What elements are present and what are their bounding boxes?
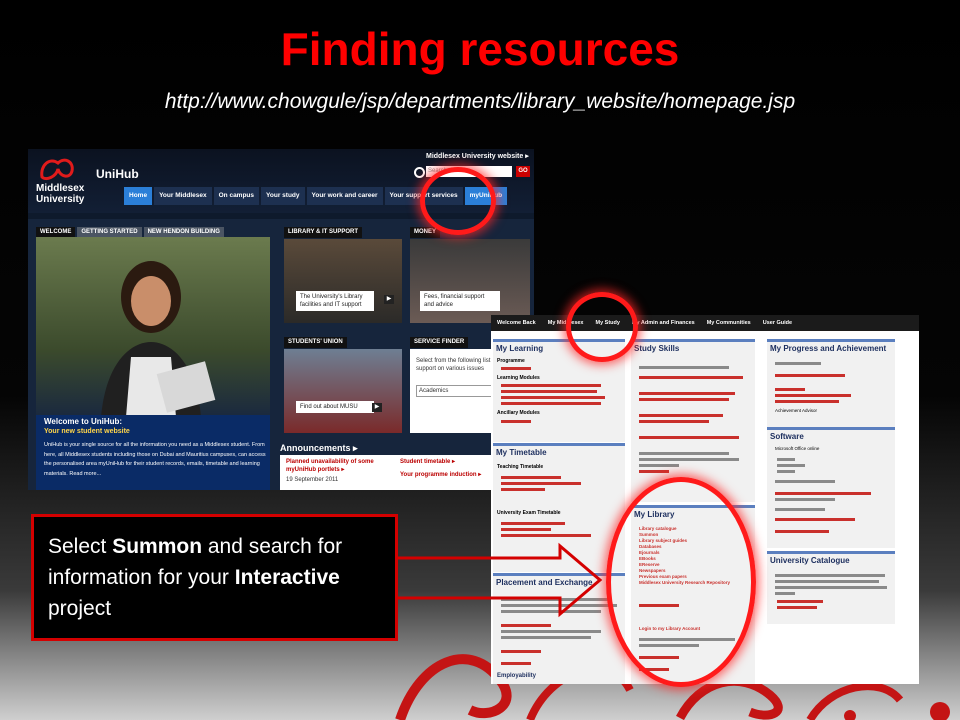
arrow-to-summon-icon [398,542,603,618]
callout-arrows [398,542,603,618]
